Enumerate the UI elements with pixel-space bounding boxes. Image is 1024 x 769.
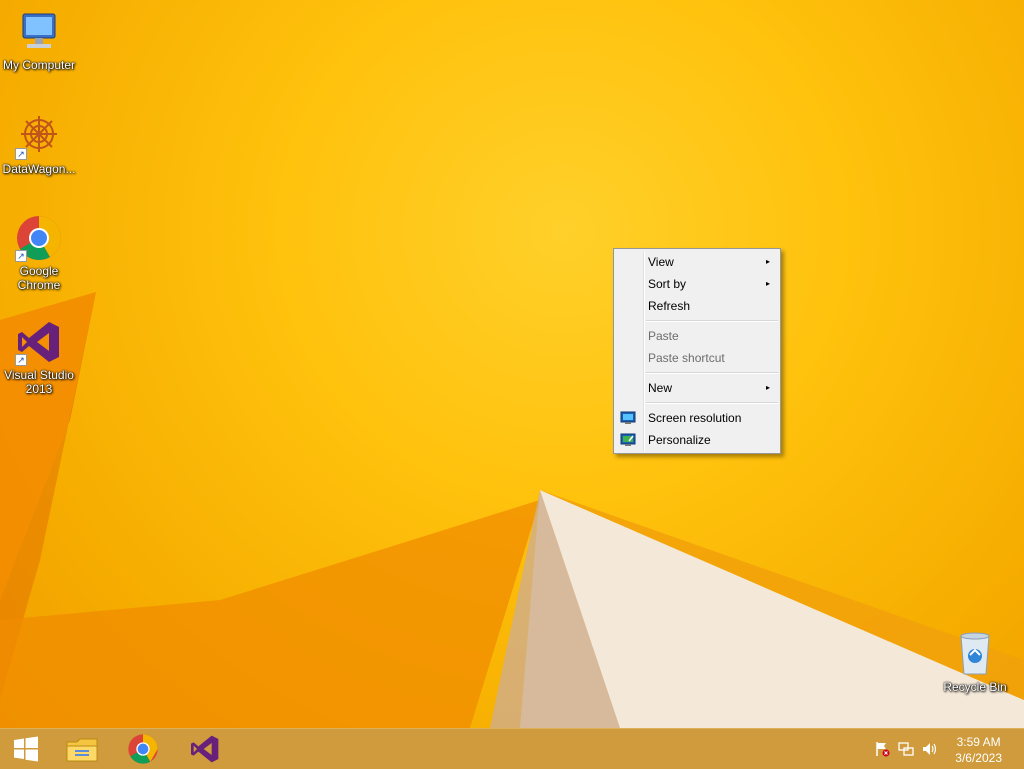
desktop-icon-my-computer[interactable]: My Computer <box>0 8 78 72</box>
start-button[interactable] <box>0 731 52 767</box>
submenu-arrow-icon: ▸ <box>765 257 770 266</box>
windows-logo-icon <box>14 736 38 762</box>
shortcut-arrow-icon: ↗ <box>15 250 27 262</box>
menu-item-paste-shortcut: Paste shortcut <box>614 347 780 369</box>
shortcut-arrow-icon: ↗ <box>15 354 27 366</box>
menu-item-label: Screen resolution <box>648 411 742 425</box>
shortcut-arrow-icon: ↗ <box>15 148 27 160</box>
volume-icon[interactable] <box>922 741 938 757</box>
menu-item-paste: Paste <box>614 325 780 347</box>
menu-item-sort-by[interactable]: Sort by ▸ <box>614 273 780 295</box>
menu-item-label: Paste shortcut <box>648 351 725 365</box>
menu-separator <box>646 402 778 404</box>
menu-item-view[interactable]: View ▸ <box>614 251 780 273</box>
file-explorer-icon <box>66 738 98 762</box>
menu-item-screen-resolution[interactable]: Screen resolution <box>614 407 780 429</box>
taskbar-file-explorer[interactable] <box>56 731 108 767</box>
desktop-icon-label: Google Chrome <box>17 264 61 292</box>
menu-item-refresh[interactable]: Refresh <box>614 295 780 317</box>
menu-item-label: Sort by <box>648 277 687 291</box>
desktop-icon-label: Recycle Bin <box>943 680 1007 694</box>
desktop-icon-label: My Computer <box>2 58 76 72</box>
taskbar: 3:59 AM 3/6/2023 <box>0 728 1024 769</box>
chrome-icon <box>128 734 158 764</box>
desktop-icon-visual-studio[interactable]: ↗ Visual Studio 2013 <box>0 318 78 396</box>
menu-item-label: Paste <box>648 329 679 343</box>
desktop-icon-label: DataWagon... <box>2 162 76 176</box>
menu-item-label: View <box>648 255 674 269</box>
desktop-icon-datawagon[interactable]: ↗ DataWagon... <box>0 112 78 176</box>
desktop-icon-label: Visual Studio 2013 <box>4 368 74 396</box>
desktop-icon-recycle-bin[interactable]: Recycle Bin <box>936 630 1014 694</box>
desktop-icon-google-chrome[interactable]: ↗ Google Chrome <box>0 214 78 292</box>
clock-date: 3/6/2023 <box>955 751 1002 765</box>
menu-separator <box>646 320 778 322</box>
action-center-flag-icon[interactable] <box>874 741 890 757</box>
taskbar-visual-studio[interactable] <box>179 731 231 767</box>
datawagon-icon: ↗ <box>15 112 63 160</box>
menu-separator <box>646 372 778 374</box>
network-icon[interactable] <box>898 741 914 757</box>
menu-item-label: New <box>648 381 673 395</box>
submenu-arrow-icon: ▸ <box>765 279 770 288</box>
monitor-icon <box>620 410 636 426</box>
chrome-icon: ↗ <box>15 214 63 262</box>
menu-item-label: Personalize <box>648 433 711 447</box>
computer-icon <box>15 8 63 56</box>
taskbar-clock[interactable]: 3:59 AM 3/6/2023 <box>955 734 1002 766</box>
submenu-arrow-icon: ▸ <box>765 383 770 392</box>
menu-item-new[interactable]: New ▸ <box>614 377 780 399</box>
menu-item-label: Refresh <box>648 299 691 313</box>
recycle-bin-icon <box>951 630 999 678</box>
visual-studio-icon: ↗ <box>15 318 63 366</box>
clock-time: 3:59 AM <box>956 735 1001 749</box>
visual-studio-icon <box>191 735 219 763</box>
menu-item-personalize[interactable]: Personalize <box>614 429 780 451</box>
personalize-icon <box>620 432 636 448</box>
taskbar-chrome[interactable] <box>117 731 169 767</box>
desktop-wallpaper <box>0 0 1024 768</box>
desktop-context-menu: View ▸ Sort by ▸ Refresh Paste Paste sho… <box>613 248 781 454</box>
